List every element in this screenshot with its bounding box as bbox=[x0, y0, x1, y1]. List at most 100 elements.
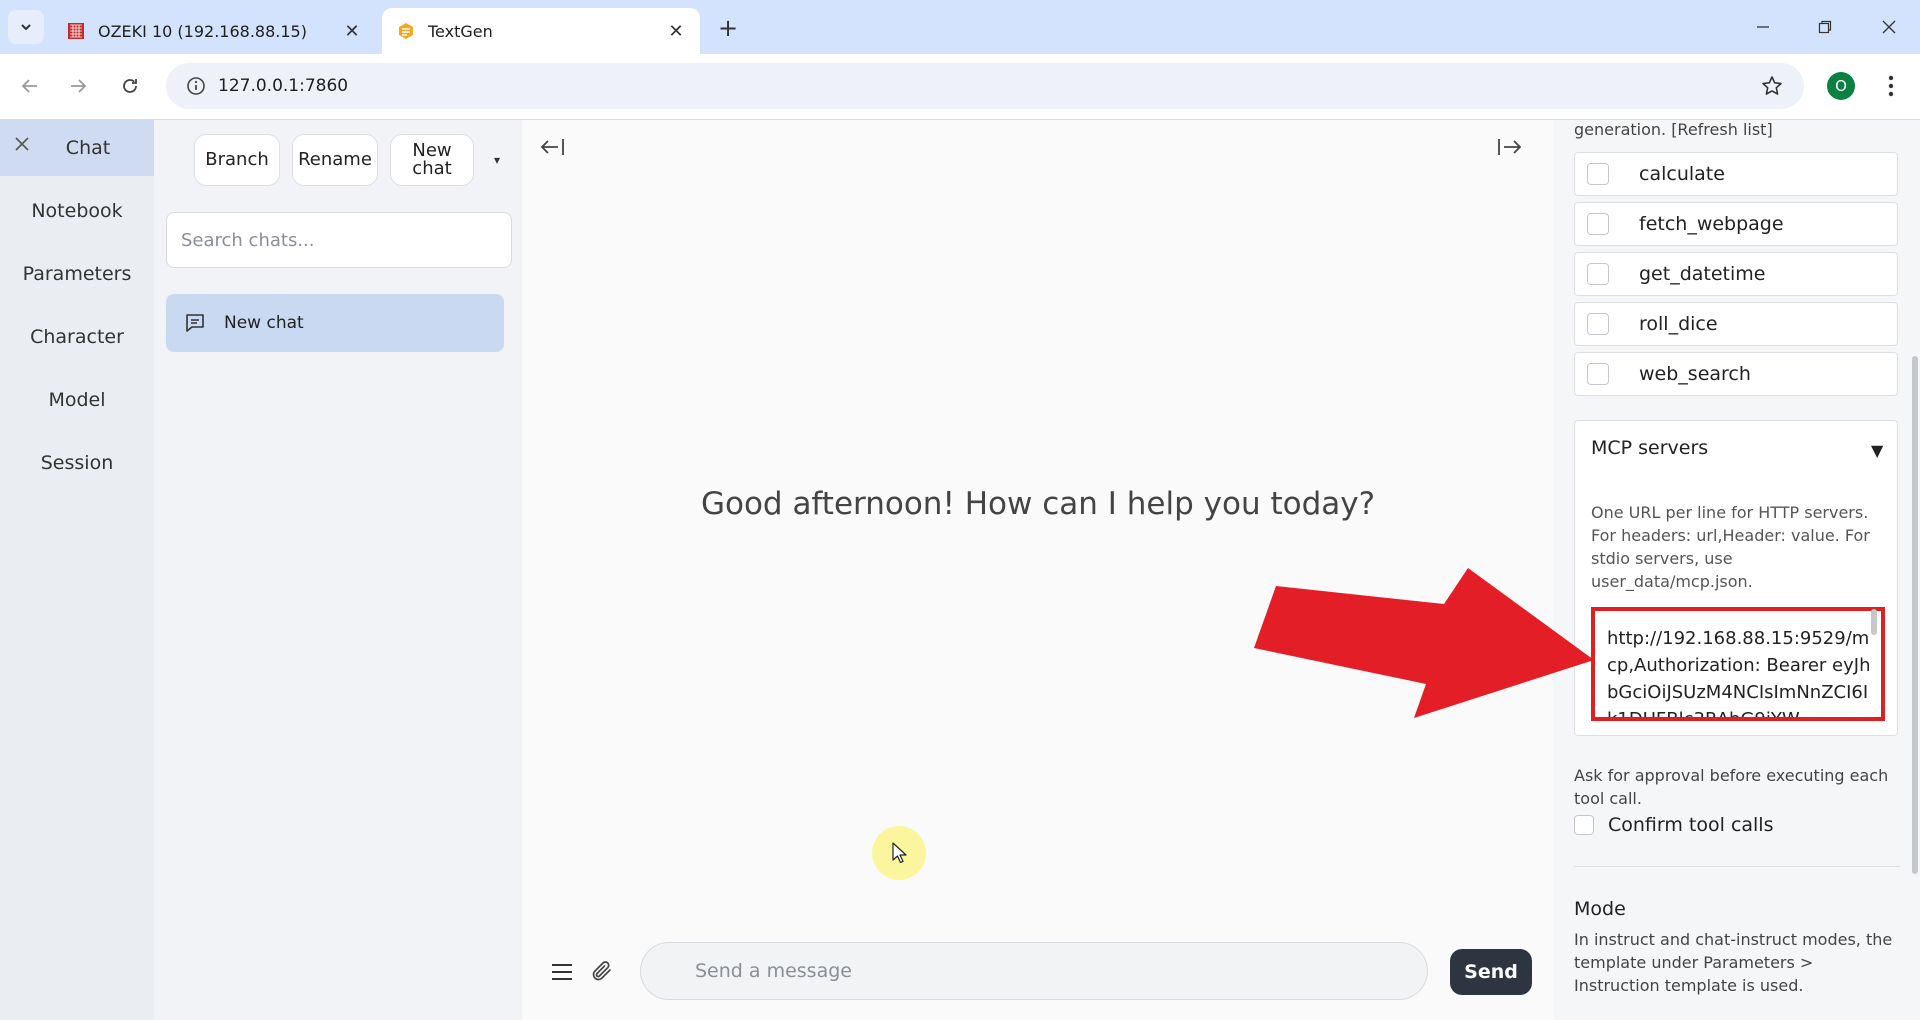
tab-search-button[interactable] bbox=[8, 10, 44, 44]
rename-button[interactable]: Rename bbox=[292, 134, 378, 186]
panel-scrollbar[interactable] bbox=[1912, 356, 1918, 874]
tab-ozeki[interactable]: OZEKI 10 (192.168.88.15) ✕ bbox=[56, 8, 376, 54]
reload-icon bbox=[123, 79, 137, 93]
nav-item-character[interactable]: Character bbox=[0, 309, 154, 365]
chat-sidebar: Branch Rename New chat ▾ New chat bbox=[154, 120, 522, 1020]
tool-checkbox[interactable] bbox=[1587, 213, 1609, 235]
nav-item-parameters[interactable]: Parameters bbox=[0, 246, 154, 302]
chat-options-dropdown[interactable]: ▾ bbox=[484, 142, 510, 178]
nav-item-label: Character bbox=[30, 326, 124, 348]
browser-toolbar: 127.0.0.1:7860 O bbox=[0, 54, 1920, 120]
tool-row-fetch-webpage[interactable]: fetch_webpage bbox=[1574, 202, 1898, 246]
close-icon bbox=[1882, 20, 1896, 34]
new-tab-button[interactable]: + bbox=[712, 13, 744, 43]
tools-refresh-note[interactable]: generation. [Refresh list] bbox=[1574, 120, 1773, 139]
tool-checkbox[interactable] bbox=[1587, 263, 1609, 285]
chat-bubble-icon bbox=[184, 311, 208, 335]
new-chat-button[interactable]: New chat bbox=[390, 134, 474, 186]
chat-title: New chat bbox=[224, 313, 304, 333]
tool-checkbox[interactable] bbox=[1587, 363, 1609, 385]
message-input[interactable] bbox=[640, 942, 1428, 1000]
site-info-icon[interactable] bbox=[174, 76, 218, 96]
browser-tab-bar: OZEKI 10 (192.168.88.15) ✕ TextGen ✕ + bbox=[0, 0, 1920, 54]
confirm-tool-calls-option[interactable]: Confirm tool calls bbox=[1574, 814, 1774, 836]
accordion-toggle-icon[interactable]: ▼ bbox=[1871, 441, 1883, 460]
forward-button[interactable] bbox=[60, 68, 96, 104]
tool-row-roll-dice[interactable]: roll_dice bbox=[1574, 302, 1898, 346]
mcp-servers-textarea[interactable]: http://192.168.88.15:9529/mcp,Authorizat… bbox=[1591, 607, 1885, 721]
message-input-row: Send bbox=[522, 940, 1554, 1004]
nav-item-notebook[interactable]: Notebook bbox=[0, 183, 154, 239]
right-settings-panel: generation. [Refresh list] calculate fet… bbox=[1554, 120, 1920, 1020]
hamburger-menu-icon bbox=[552, 964, 572, 980]
address-bar[interactable]: 127.0.0.1:7860 bbox=[166, 63, 1804, 109]
more-vertical-icon bbox=[1888, 75, 1894, 97]
window-close-button[interactable] bbox=[1864, 8, 1914, 46]
arrow-left-bar-icon bbox=[540, 139, 564, 155]
close-sidebar-button[interactable] bbox=[8, 130, 36, 158]
search-chats-input[interactable] bbox=[166, 212, 512, 268]
nav-item-label: Model bbox=[48, 389, 106, 411]
nav-item-label: Notebook bbox=[31, 200, 123, 222]
tool-row-web-search[interactable]: web_search bbox=[1574, 352, 1898, 396]
send-button[interactable]: Send bbox=[1450, 949, 1532, 995]
red-arrow-annotation bbox=[1254, 568, 1594, 718]
divider bbox=[1574, 866, 1900, 867]
arrow-left-icon bbox=[21, 79, 37, 93]
mcp-description: One URL per line for HTTP servers. For h… bbox=[1591, 503, 1870, 591]
arrow-right-icon bbox=[71, 79, 87, 93]
chevron-down-icon bbox=[21, 24, 31, 31]
menu-button[interactable] bbox=[548, 958, 576, 986]
nav-item-label: Session bbox=[40, 452, 114, 474]
textgen-favicon-icon bbox=[396, 21, 416, 41]
mouse-cursor-icon bbox=[892, 842, 907, 864]
nav-item-label: Parameters bbox=[22, 263, 132, 285]
textarea-scrollbar[interactable] bbox=[1871, 609, 1877, 635]
ozeki-favicon-icon bbox=[66, 21, 86, 41]
tool-label: web_search bbox=[1639, 363, 1751, 385]
reload-button[interactable] bbox=[112, 68, 148, 104]
tool-label: roll_dice bbox=[1639, 313, 1718, 335]
collapse-left-button[interactable] bbox=[538, 132, 568, 162]
mcp-servers-accordion: MCP servers ▼ One URL per line for HTTP … bbox=[1574, 420, 1898, 736]
minimize-icon bbox=[1757, 26, 1769, 28]
chat-list-item[interactable]: New chat bbox=[166, 294, 504, 352]
close-icon[interactable]: ✕ bbox=[662, 17, 690, 45]
profile-avatar[interactable]: O bbox=[1827, 72, 1855, 100]
browser-menu-button[interactable] bbox=[1877, 70, 1905, 102]
tool-row-calculate[interactable]: calculate bbox=[1574, 152, 1898, 196]
mcp-servers-title[interactable]: MCP servers bbox=[1591, 437, 1708, 459]
new-chat-label-line2: chat bbox=[412, 158, 452, 179]
tab-title: OZEKI 10 (192.168.88.15) bbox=[98, 21, 307, 41]
branch-button[interactable]: Branch bbox=[194, 134, 280, 186]
url-text: 127.0.0.1:7860 bbox=[218, 76, 349, 96]
tool-checkbox[interactable] bbox=[1587, 313, 1609, 335]
arrow-right-bar-icon bbox=[1498, 139, 1522, 155]
bookmark-star-icon[interactable] bbox=[1752, 75, 1792, 97]
tool-label: fetch_webpage bbox=[1639, 213, 1784, 235]
restore-icon bbox=[1818, 20, 1832, 34]
nav-item-session[interactable]: Session bbox=[0, 435, 154, 491]
tool-label: get_datetime bbox=[1639, 263, 1766, 285]
textgen-app: Chat Notebook Parameters Character Model… bbox=[0, 120, 1920, 1020]
greeting-text: Good afternoon! How can I help you today… bbox=[700, 486, 1376, 522]
collapse-right-button[interactable] bbox=[1494, 132, 1524, 162]
close-icon[interactable]: ✕ bbox=[338, 17, 366, 45]
left-navigation: Chat Notebook Parameters Character Model… bbox=[0, 120, 154, 1020]
confirm-tool-calls-checkbox[interactable] bbox=[1574, 815, 1594, 835]
tool-label: calculate bbox=[1639, 163, 1725, 185]
nav-item-model[interactable]: Model bbox=[0, 372, 154, 428]
paperclip-icon bbox=[592, 961, 611, 981]
tab-title: TextGen bbox=[428, 21, 493, 41]
mode-title: Mode bbox=[1574, 898, 1626, 920]
approval-note: Ask for approval before executing each t… bbox=[1574, 766, 1889, 808]
restore-button[interactable] bbox=[1800, 8, 1850, 46]
mode-description: In instruct and chat-instruct modes, the… bbox=[1574, 930, 1893, 995]
tool-row-get-datetime[interactable]: get_datetime bbox=[1574, 252, 1898, 296]
close-icon bbox=[15, 137, 29, 151]
tab-textgen[interactable]: TextGen ✕ bbox=[382, 8, 700, 54]
minimize-button[interactable] bbox=[1738, 8, 1788, 46]
tool-checkbox[interactable] bbox=[1587, 163, 1609, 185]
back-button[interactable] bbox=[12, 68, 48, 104]
attach-button[interactable] bbox=[588, 956, 616, 986]
